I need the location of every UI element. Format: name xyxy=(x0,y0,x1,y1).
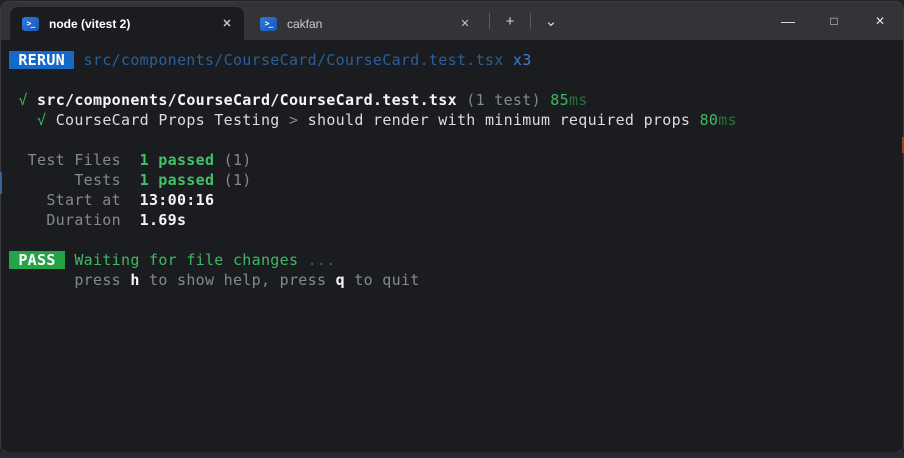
terminal-text-segment: 1 passed xyxy=(139,151,215,169)
terminal-line: Start at 13:00:16 xyxy=(9,190,895,210)
titlebar-divider xyxy=(530,13,531,29)
terminal-text-segment: √ xyxy=(18,91,28,109)
new-tab-button[interactable]: + xyxy=(493,6,527,36)
terminal-text-segment: Waiting for file changes xyxy=(74,251,299,269)
terminal-text-segment: 1.69s xyxy=(139,211,187,229)
terminal-text-segment: x3 xyxy=(512,51,532,69)
terminal-text-segment: src/components/CourseCard/CourseCard.tes… xyxy=(83,51,504,69)
terminal-line: RERUN src/components/CourseCard/CourseCa… xyxy=(9,50,895,70)
terminal-line: Tests 1 passed (1) xyxy=(9,170,895,190)
tab-node-vitest[interactable]: >_ node (vitest 2) ✕ xyxy=(10,7,244,40)
window-controls: — □ ✕ xyxy=(765,2,903,40)
chevron-down-icon: ⌄ xyxy=(544,13,558,30)
terminal-text-segment: 85 xyxy=(550,91,569,109)
terminal-text-segment: src/components/CourseCard/CourseCard.tes… xyxy=(37,91,457,109)
titlebar-divider xyxy=(489,13,490,29)
tab-close-icon[interactable]: ✕ xyxy=(454,13,476,35)
terminal-line: √ CourseCard Props Testing > should rend… xyxy=(9,110,895,130)
terminal-text-segment: > xyxy=(288,111,299,129)
terminal-text-segment: PASS xyxy=(9,251,65,269)
titlebar-drag-area[interactable] xyxy=(568,2,765,40)
terminal-text-segment: ms xyxy=(568,91,588,109)
terminal-text-segment: (1) xyxy=(223,151,252,169)
terminal-text-segment: 13:00:16 xyxy=(139,191,215,209)
maximize-button[interactable]: □ xyxy=(811,2,857,40)
terminal-line: PASS Waiting for file changes ... xyxy=(9,250,895,270)
maximize-icon: □ xyxy=(830,14,838,28)
terminal-text-segment: Test Files xyxy=(9,151,140,169)
terminal-text-segment: q xyxy=(335,271,345,289)
terminal-text-segment: (1) xyxy=(223,171,252,189)
terminal-text-segment: press xyxy=(74,271,131,289)
tab-title: node (vitest 2) xyxy=(49,16,131,31)
titlebar: >_ node (vitest 2) ✕ >_ cakfan ✕ + ⌄ — □ xyxy=(1,2,903,40)
terminal-text-segment: 1 passed xyxy=(139,171,215,189)
terminal-text-segment: ms xyxy=(718,111,737,129)
wallpaper-edge-accent xyxy=(0,172,2,194)
terminal-text-segment: Start at xyxy=(9,191,140,209)
terminal-text-segment: to quit xyxy=(344,271,420,289)
close-icon: ✕ xyxy=(874,14,886,28)
terminal-text-segment: ... xyxy=(298,251,336,269)
terminal-line: Test Files 1 passed (1) xyxy=(9,150,895,170)
powershell-icon: >_ xyxy=(22,16,39,31)
desktop-background-strip xyxy=(0,452,904,458)
terminal-text-segment: Tests xyxy=(9,171,140,189)
terminal-line: press h to show help, press q to quit xyxy=(9,270,895,290)
terminal-line: Duration 1.69s xyxy=(9,210,895,230)
terminal-text-segment: (1 test) xyxy=(466,91,541,109)
terminal-text-segment: to show help, press xyxy=(139,271,336,289)
terminal-window: >_ node (vitest 2) ✕ >_ cakfan ✕ + ⌄ — □ xyxy=(1,2,903,452)
terminal-text-segment: h xyxy=(130,271,140,289)
powershell-icon: >_ xyxy=(260,16,277,31)
terminal-text-segment: CourseCard Props Testing xyxy=(55,111,280,129)
terminal-text-segment: 80 xyxy=(699,111,719,129)
tab-cakfan[interactable]: >_ cakfan ✕ xyxy=(248,7,482,40)
tab-close-icon[interactable]: ✕ xyxy=(216,13,238,35)
plus-icon: + xyxy=(505,12,515,30)
terminal-output[interactable]: RERUN src/components/CourseCard/CourseCa… xyxy=(1,40,903,452)
tab-strip: >_ node (vitest 2) ✕ >_ cakfan ✕ xyxy=(1,2,486,40)
minimize-icon: — xyxy=(781,13,795,29)
close-button[interactable]: ✕ xyxy=(857,2,903,40)
tab-dropdown-button[interactable]: ⌄ xyxy=(534,6,568,36)
terminal-text-segment: RERUN xyxy=(9,51,75,69)
terminal-text-segment: Duration xyxy=(9,211,140,229)
terminal-text-segment: √ xyxy=(37,111,47,129)
terminal-text-segment: should render with minimum required prop… xyxy=(307,111,691,129)
terminal-line: √ src/components/CourseCard/CourseCard.t… xyxy=(9,90,895,110)
tab-title: cakfan xyxy=(287,16,323,31)
minimize-button[interactable]: — xyxy=(765,2,811,40)
